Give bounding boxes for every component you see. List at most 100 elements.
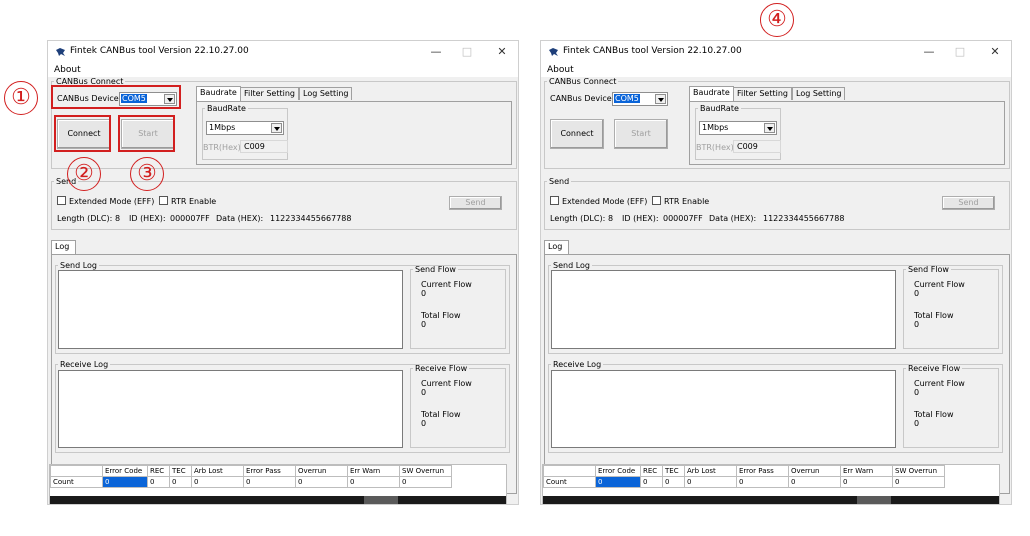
grid-row-label: Count bbox=[543, 476, 596, 488]
grid-cell[interactable]: 0 bbox=[736, 476, 789, 488]
tab-filter-setting[interactable]: Filter Setting bbox=[240, 87, 299, 100]
data-label: Data (HEX): bbox=[216, 214, 264, 223]
maximize-button[interactable]: □ bbox=[456, 44, 478, 60]
grid-header: Err Warn bbox=[347, 465, 400, 477]
minimize-button[interactable]: — bbox=[918, 44, 940, 60]
scrollbar-thumb[interactable] bbox=[857, 496, 891, 504]
close-button[interactable]: ✕ bbox=[984, 44, 1006, 60]
baudrate-legend: BaudRate bbox=[207, 104, 246, 113]
tab-log-setting[interactable]: Log Setting bbox=[299, 87, 353, 100]
grid-cell[interactable]: 0 bbox=[191, 476, 244, 488]
chevron-down-icon[interactable] bbox=[764, 123, 775, 133]
right-app-window: Fintek CANBus tool Version 22.10.27.00 —… bbox=[540, 40, 1012, 505]
send-log-textbox[interactable] bbox=[551, 270, 896, 349]
maximize-button[interactable]: □ bbox=[949, 44, 971, 60]
tab-log-setting[interactable]: Log Setting bbox=[792, 87, 846, 100]
grid-header: SW Overrun bbox=[892, 465, 945, 477]
menu-about[interactable]: About bbox=[54, 65, 81, 75]
menu-about[interactable]: About bbox=[547, 65, 574, 75]
horizontal-scrollbar[interactable] bbox=[50, 496, 506, 504]
data-label: Data (HEX): bbox=[709, 214, 757, 223]
extended-mode-label: Extended Mode (EFF) bbox=[69, 197, 155, 206]
grid-cell[interactable]: 0 bbox=[243, 476, 296, 488]
highlight-connect-button bbox=[54, 115, 111, 152]
start-button[interactable]: Start bbox=[614, 119, 668, 149]
grid-cell[interactable]: 0 bbox=[295, 476, 348, 488]
grid-cell[interactable]: 0 bbox=[595, 476, 641, 488]
horizontal-scrollbar[interactable] bbox=[543, 496, 999, 504]
rtr-enable-checkbox[interactable]: RTR Enable bbox=[652, 196, 709, 206]
rtr-enable-checkbox[interactable]: RTR Enable bbox=[159, 196, 216, 206]
checkbox-box[interactable] bbox=[57, 196, 66, 205]
app-icon bbox=[549, 48, 558, 56]
send-button[interactable]: Send bbox=[942, 196, 995, 210]
receive-log-textbox[interactable] bbox=[551, 370, 896, 448]
grid-cell[interactable]: 0 bbox=[788, 476, 841, 488]
close-button[interactable]: ✕ bbox=[491, 44, 513, 60]
baudrate-value: 1Mbps bbox=[702, 123, 729, 132]
send-log-textbox[interactable] bbox=[58, 270, 403, 349]
send-log-legend: Send Log bbox=[553, 261, 590, 270]
minimize-button[interactable]: — bbox=[425, 44, 447, 60]
id-label: ID (HEX): bbox=[622, 214, 659, 223]
recv-current-flow-value: 0 bbox=[914, 388, 920, 397]
btr-value: C009 bbox=[737, 142, 758, 151]
id-label: ID (HEX): bbox=[129, 214, 166, 223]
canbus-device-value: COM5 bbox=[614, 94, 640, 103]
connect-button[interactable]: Connect bbox=[550, 119, 604, 149]
grid-count-row: Count 0 0 0 0 0 0 0 0 bbox=[543, 476, 945, 488]
grid-cell[interactable]: 0 bbox=[169, 476, 192, 488]
baudrate-combo[interactable]: 1Mbps bbox=[699, 121, 777, 135]
chevron-down-icon[interactable] bbox=[271, 123, 282, 133]
receive-flow-group: Receive Flow bbox=[410, 364, 506, 448]
settings-tabs: Baudrate Filter Setting Log Setting bbox=[196, 86, 516, 101]
tab-baudrate[interactable]: Baudrate bbox=[196, 86, 241, 101]
baudrate-combo[interactable]: 1Mbps bbox=[206, 121, 284, 135]
baudrate-legend: BaudRate bbox=[700, 104, 739, 113]
data-value[interactable]: 1122334455667788 bbox=[763, 214, 844, 223]
recv-total-flow-label: Total Flow bbox=[914, 410, 954, 419]
id-value[interactable]: 000007FF bbox=[663, 214, 703, 223]
extended-mode-checkbox[interactable]: Extended Mode (EFF) bbox=[57, 196, 154, 206]
callout-4: ④ bbox=[760, 3, 794, 37]
grid-cell[interactable]: 0 bbox=[840, 476, 893, 488]
tab-log[interactable]: Log bbox=[544, 240, 570, 255]
checkbox-box[interactable] bbox=[652, 196, 661, 205]
id-value[interactable]: 000007FF bbox=[170, 214, 210, 223]
checkbox-box[interactable] bbox=[550, 196, 559, 205]
length-value[interactable]: 8 bbox=[115, 214, 120, 223]
canbus-device-combo[interactable]: COM5 bbox=[612, 92, 668, 106]
grid-cell[interactable]: 0 bbox=[662, 476, 685, 488]
length-value[interactable]: 8 bbox=[608, 214, 613, 223]
extended-mode-checkbox[interactable]: Extended Mode (EFF) bbox=[550, 196, 647, 206]
grid-header: Overrun bbox=[295, 465, 348, 477]
data-value[interactable]: 1122334455667788 bbox=[270, 214, 351, 223]
send-total-flow-value: 0 bbox=[421, 320, 427, 329]
grid-corner-cell bbox=[543, 465, 596, 477]
tab-baudrate[interactable]: Baudrate bbox=[689, 86, 734, 101]
grid-cell[interactable]: 0 bbox=[640, 476, 663, 488]
tab-filter-setting[interactable]: Filter Setting bbox=[733, 87, 792, 100]
title-bar: Fintek CANBus tool Version 22.10.27.00 —… bbox=[541, 41, 1011, 63]
error-grid-area: Error Code REC TEC Arb Lost Error Pass O… bbox=[49, 464, 507, 504]
send-button[interactable]: Send bbox=[449, 196, 502, 210]
grid-cell[interactable]: 0 bbox=[102, 476, 148, 488]
scrollbar-thumb[interactable] bbox=[364, 496, 398, 504]
receive-log-textbox[interactable] bbox=[58, 370, 403, 448]
baudrate-tab-panel: BaudRate 1Mbps BTR(Hex) C009 bbox=[196, 101, 512, 165]
start-label: Start bbox=[631, 129, 651, 138]
btr-value-field: C009 bbox=[240, 140, 288, 153]
grid-cell[interactable]: 0 bbox=[147, 476, 170, 488]
send-current-flow-value: 0 bbox=[914, 289, 920, 298]
chevron-down-icon[interactable] bbox=[655, 94, 666, 104]
tab-log[interactable]: Log bbox=[51, 240, 77, 255]
window-title: Fintek CANBus tool Version 22.10.27.00 bbox=[563, 46, 742, 56]
grid-cell[interactable]: 0 bbox=[892, 476, 945, 488]
grid-cell[interactable]: 0 bbox=[347, 476, 400, 488]
grid-cell[interactable]: 0 bbox=[684, 476, 737, 488]
error-grid: Error Code REC TEC Arb Lost Error Pass O… bbox=[543, 465, 945, 488]
grid-cell[interactable]: 0 bbox=[399, 476, 452, 488]
menu-bar: About bbox=[48, 63, 518, 77]
checkbox-box[interactable] bbox=[159, 196, 168, 205]
grid-corner-cell bbox=[50, 465, 103, 477]
